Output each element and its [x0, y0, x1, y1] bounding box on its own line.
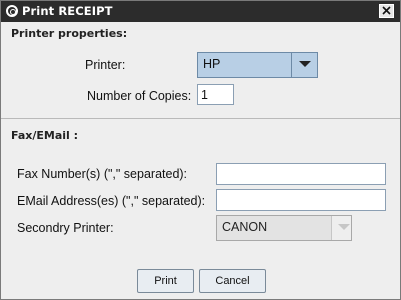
print-receipt-dialog: Print RECEIPT Printer properties: Printe…: [0, 0, 401, 300]
fax-email-heading: Fax/EMail :: [11, 129, 79, 142]
printer-select-value: HP: [203, 57, 221, 71]
copies-input[interactable]: [197, 84, 234, 105]
section-divider: [1, 118, 400, 119]
email-address-input[interactable]: [216, 189, 386, 211]
secondary-printer-value: CANON: [222, 220, 268, 234]
copies-label: Number of Copies:: [87, 89, 192, 103]
fax-number-input[interactable]: [216, 163, 386, 185]
secondary-printer-label: Secondry Printer:: [17, 221, 114, 235]
title-bar[interactable]: Print RECEIPT: [1, 1, 400, 22]
close-button[interactable]: [379, 4, 394, 18]
secondary-printer-dropdown-arrow[interactable]: [331, 216, 351, 240]
cancel-button[interactable]: Cancel: [199, 269, 266, 293]
printer-properties-heading: Printer properties:: [11, 27, 128, 40]
secondary-printer-select[interactable]: CANON: [216, 215, 352, 241]
print-button[interactable]: Print: [137, 269, 194, 293]
chevron-down-icon: [299, 61, 311, 67]
printer-select[interactable]: HP: [197, 52, 318, 78]
app-logo-icon: [6, 5, 18, 17]
window-title: Print RECEIPT: [22, 4, 113, 18]
email-address-label: EMail Address(es) ("," separated):: [17, 194, 206, 208]
printer-label: Printer:: [85, 58, 126, 72]
printer-dropdown-arrow[interactable]: [291, 53, 317, 77]
fax-number-label: Fax Number(s) ("," separated):: [17, 167, 188, 181]
chevron-down-icon: [338, 224, 350, 230]
close-icon: [382, 6, 391, 15]
